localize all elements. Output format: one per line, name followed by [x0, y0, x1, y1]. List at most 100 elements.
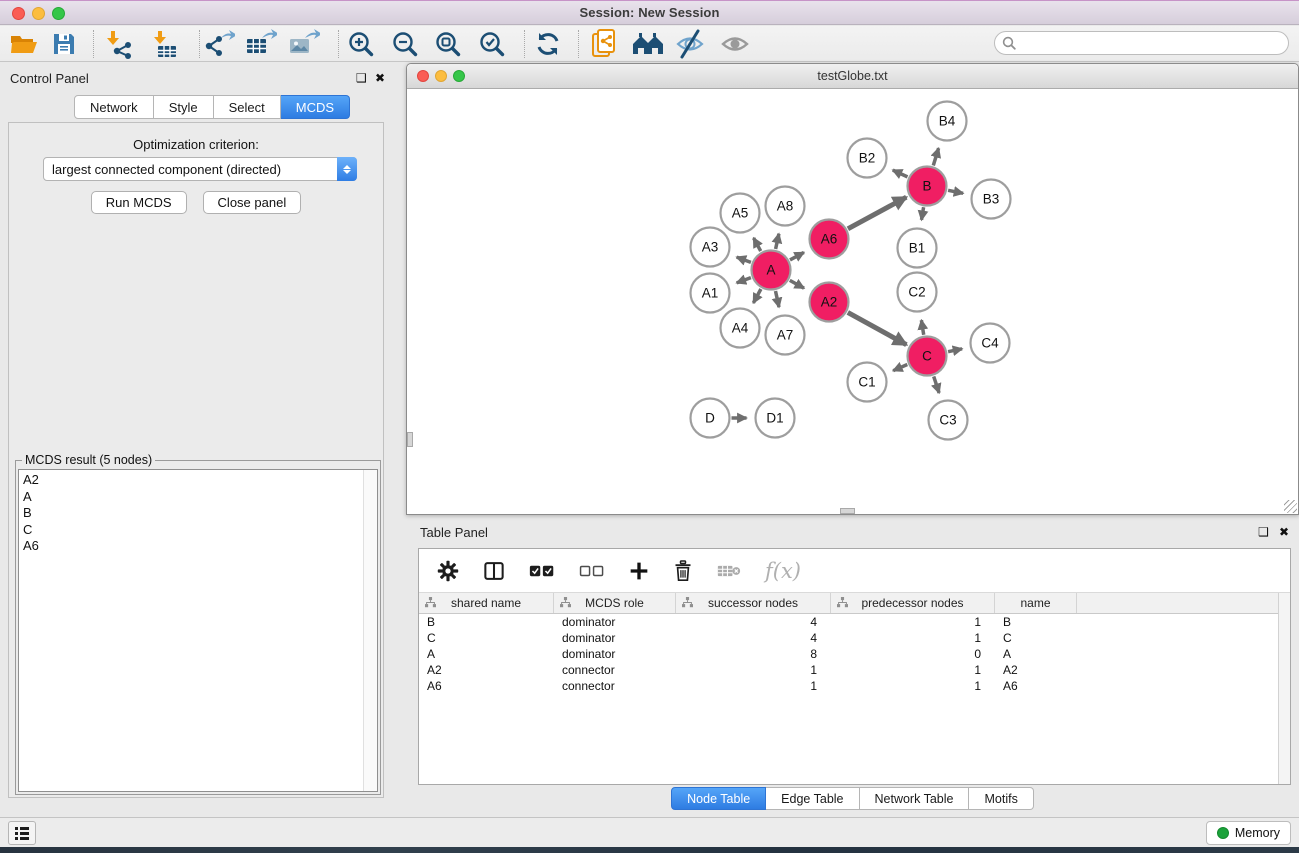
zoom-in-icon[interactable]: [343, 28, 379, 60]
graph-edge-C-C2[interactable]: [921, 320, 923, 335]
zoom-fit-icon[interactable]: [430, 28, 466, 60]
tab-network[interactable]: Network: [74, 95, 154, 119]
delete-column-icon[interactable]: [673, 560, 693, 582]
network-canvas[interactable]: B4B2BB3A8A5A6A3B1AA1C2A2A4A7C4CC1C3DD1: [407, 90, 1298, 514]
graph-node-B1[interactable]: B1: [898, 229, 937, 268]
graph-node-B3[interactable]: B3: [972, 180, 1011, 219]
table-settings-gear-icon[interactable]: [437, 560, 459, 582]
tab-motifs[interactable]: Motifs: [969, 787, 1033, 810]
table-row[interactable]: Bdominator41B: [419, 614, 1278, 630]
graph-node-C[interactable]: C: [908, 337, 947, 376]
close-table-panel-icon[interactable]: ✖: [1279, 525, 1289, 539]
table-cell[interactable]: 1: [831, 630, 995, 646]
column-header-predecessor-nodes[interactable]: predecessor nodes: [831, 593, 995, 613]
graph-edge-C-C3[interactable]: [934, 376, 939, 393]
graph-node-C1[interactable]: C1: [848, 363, 887, 402]
table-cell[interactable]: 1: [831, 662, 995, 678]
table-row[interactable]: A6connector11A6: [419, 678, 1278, 694]
graph-edge-B-B3[interactable]: [948, 190, 963, 193]
left-split-handle[interactable]: [407, 432, 413, 447]
task-history-button[interactable]: [8, 821, 36, 845]
add-column-icon[interactable]: [629, 561, 649, 581]
table-cell[interactable]: A: [419, 646, 554, 662]
table-cell[interactable]: A2: [995, 662, 1077, 678]
resize-grip[interactable]: [1284, 500, 1297, 513]
tab-mcds[interactable]: MCDS: [281, 95, 350, 119]
memory-button[interactable]: Memory: [1206, 821, 1291, 845]
zoom-selected-icon[interactable]: [474, 28, 510, 60]
close-panel-button[interactable]: Close panel: [203, 191, 302, 214]
table-row[interactable]: Adominator80A: [419, 646, 1278, 662]
table-cell[interactable]: dominator: [554, 630, 676, 646]
graph-node-A1[interactable]: A1: [691, 274, 730, 313]
mcds-result-item[interactable]: A2: [23, 472, 377, 489]
save-icon[interactable]: [46, 28, 82, 60]
graph-edge-A-A2[interactable]: [790, 280, 804, 288]
column-header-mcds-role[interactable]: MCDS role: [554, 593, 676, 613]
column-header-name[interactable]: name: [995, 593, 1077, 613]
mcds-result-item[interactable]: A6: [23, 538, 377, 555]
table-cell[interactable]: dominator: [554, 614, 676, 630]
refresh-layout-icon[interactable]: [530, 28, 566, 60]
import-network-icon[interactable]: [102, 28, 138, 60]
graph-node-C4[interactable]: C4: [971, 324, 1010, 363]
tab-select[interactable]: Select: [214, 95, 281, 119]
search-input[interactable]: [1016, 33, 1288, 53]
hide-selected-icon[interactable]: [672, 28, 708, 60]
graph-node-C2[interactable]: C2: [898, 273, 937, 312]
graph-node-A5[interactable]: A5: [721, 194, 760, 233]
table-cell[interactable]: 1: [831, 678, 995, 694]
export-table-icon[interactable]: [243, 28, 279, 60]
table-cell[interactable]: connector: [554, 678, 676, 694]
list-scrollbar[interactable]: [363, 470, 377, 791]
table-row[interactable]: Cdominator41C: [419, 630, 1278, 646]
table-cell[interactable]: 4: [676, 630, 831, 646]
table-cell[interactable]: A6: [995, 678, 1077, 694]
column-header-successor-nodes[interactable]: successor nodes: [676, 593, 831, 613]
graph-node-C3[interactable]: C3: [929, 401, 968, 440]
table-cell[interactable]: B: [419, 614, 554, 630]
import-table-icon[interactable]: [146, 28, 182, 60]
tab-node-table[interactable]: Node Table: [671, 787, 766, 810]
tab-network-table[interactable]: Network Table: [860, 787, 970, 810]
graph-edge-C-C4[interactable]: [948, 349, 962, 352]
graph-node-D1[interactable]: D1: [756, 399, 795, 438]
graph-node-A3[interactable]: A3: [691, 228, 730, 267]
function-builder-icon[interactable]: f(x): [765, 559, 801, 583]
float-table-panel-icon[interactable]: ❑: [1258, 525, 1269, 539]
graph-node-A8[interactable]: A8: [766, 187, 805, 226]
column-layout-icon[interactable]: [483, 560, 505, 582]
table-cell[interactable]: C: [995, 630, 1077, 646]
graph-edge-A-A7[interactable]: [776, 291, 780, 307]
table-cell[interactable]: 4: [676, 614, 831, 630]
column-header-shared-name[interactable]: shared name: [419, 593, 554, 613]
graph-edge-A-A6[interactable]: [790, 252, 804, 260]
table-cell[interactable]: dominator: [554, 646, 676, 662]
table-cell[interactable]: A6: [419, 678, 554, 694]
tab-edge-table[interactable]: Edge Table: [766, 787, 859, 810]
graph-edge-A-A8[interactable]: [776, 234, 779, 249]
bottom-split-handle[interactable]: [840, 508, 855, 514]
mcds-result-item[interactable]: A: [23, 489, 377, 506]
graph-edge-A-A1[interactable]: [737, 278, 751, 283]
mcds-result-list[interactable]: A2ABCA6: [18, 469, 378, 792]
graph-node-D[interactable]: D: [691, 399, 730, 438]
table-cell[interactable]: A2: [419, 662, 554, 678]
run-mcds-button[interactable]: Run MCDS: [91, 191, 187, 214]
table-cell[interactable]: 1: [676, 662, 831, 678]
graph-node-B4[interactable]: B4: [928, 102, 967, 141]
first-neighbors-icon[interactable]: [630, 28, 666, 60]
graph-edge-B-B4[interactable]: [933, 148, 938, 165]
export-image-icon[interactable]: [286, 28, 322, 60]
optimization-criterion-select[interactable]: largest connected component (directed): [43, 157, 357, 181]
show-all-icon[interactable]: [717, 28, 753, 60]
table-row[interactable]: A2connector11A2: [419, 662, 1278, 678]
new-network-icon[interactable]: [587, 28, 623, 60]
delete-table-icon[interactable]: [717, 563, 741, 579]
graph-edge-A-A5[interactable]: [754, 238, 761, 251]
graph-edge-B-B1[interactable]: [922, 207, 924, 220]
graph-edge-A2-C[interactable]: [848, 312, 907, 344]
table-cell[interactable]: 8: [676, 646, 831, 662]
graph-node-A2[interactable]: A2: [810, 283, 849, 322]
graph-edge-C-C1[interactable]: [893, 365, 907, 371]
